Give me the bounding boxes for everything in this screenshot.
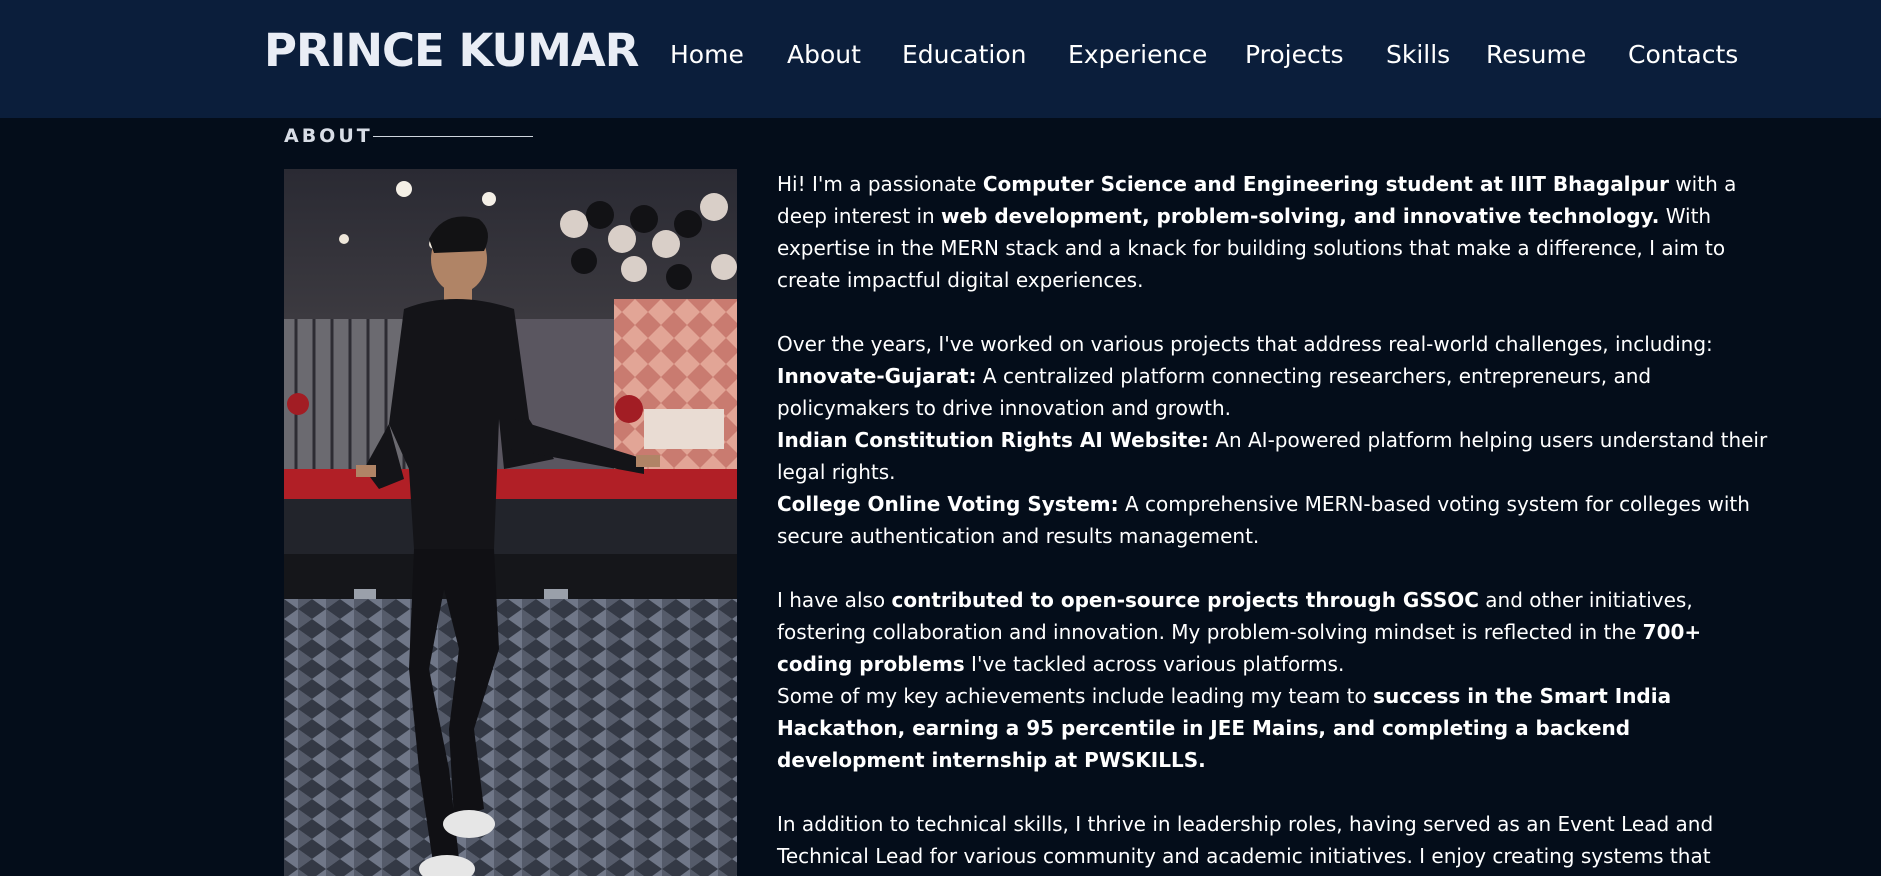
section-title-about: ABOUT [284, 125, 373, 147]
site-header: PRINCE KUMAR Home About Education Experi… [0, 0, 1881, 118]
nav-about[interactable]: About [787, 38, 861, 72]
section-title-divider [373, 136, 533, 137]
nav-resume[interactable]: Resume [1486, 38, 1586, 72]
nav-education[interactable]: Education [902, 38, 1026, 72]
profile-photo-illustration [284, 169, 737, 876]
project-item: Indian Constitution Rights AI Website: A… [777, 428, 1768, 484]
nav-experience[interactable]: Experience [1068, 38, 1207, 72]
about-paragraph-projects-intro: Over the years, I've worked on various p… [777, 332, 1713, 356]
about-paragraph-leadership: In addition to technical skills, I thriv… [777, 812, 1714, 868]
about-paragraph-achievements: Some of my key achievements include lead… [777, 684, 1672, 772]
nav-contacts[interactable]: Contacts [1628, 38, 1738, 72]
about-paragraph-intro: Hi! I'm a passionate Computer Science an… [777, 172, 1737, 292]
nav-projects[interactable]: Projects [1245, 38, 1344, 72]
nav-home[interactable]: Home [670, 38, 744, 72]
profile-photo [284, 169, 737, 876]
about-paragraph-opensource: I have also contributed to open-source p… [777, 588, 1702, 676]
nav-skills[interactable]: Skills [1386, 38, 1450, 72]
project-item: Innovate-Gujarat: A centralized platform… [777, 364, 1652, 420]
about-description: Hi! I'm a passionate Computer Science an… [777, 168, 1777, 872]
site-brand[interactable]: PRINCE KUMAR [264, 22, 639, 80]
project-item: College Online Voting System: A comprehe… [777, 492, 1750, 548]
